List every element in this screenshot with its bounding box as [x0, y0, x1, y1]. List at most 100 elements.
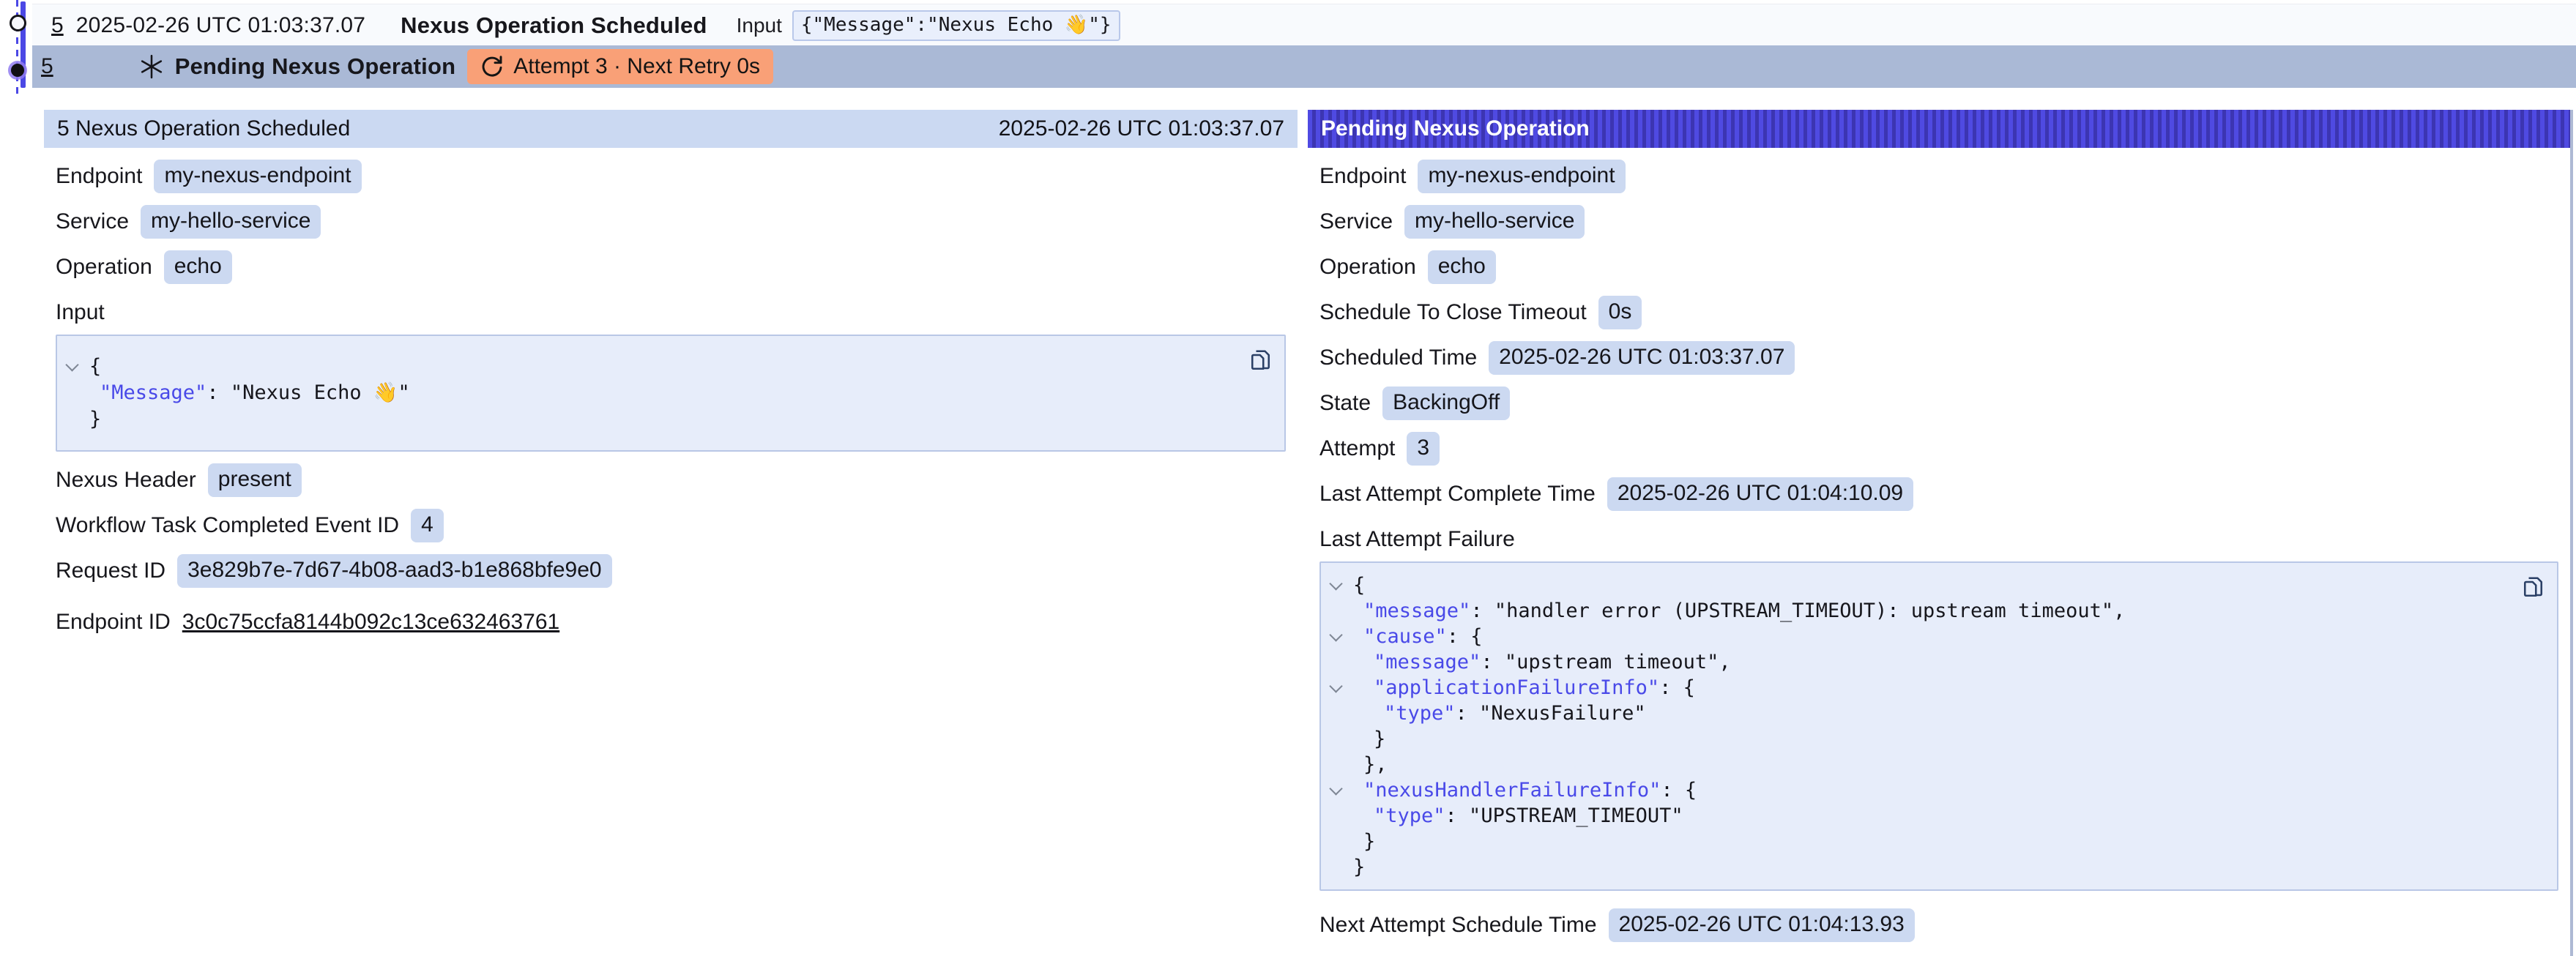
json-key: "applicationFailureInfo": [1374, 676, 1659, 699]
json-value: }: [1374, 728, 1385, 750]
input-json-viewer: {"Message": "Nexus Echo 👋"}: [56, 335, 1286, 452]
field-value: my-hello-service: [141, 205, 321, 239]
failure-json-viewer: {"message": "handler error (UPSTREAM_TIM…: [1319, 561, 2558, 891]
detail-field-state: StateBackingOff: [1319, 386, 2558, 420]
temporal-event-history-screen: 5 2025-02-26 UTC 01:03:37.07 Nexus Opera…: [0, 0, 2576, 956]
retry-attempt-badge: Attempt 3 · Next Retry 0s: [467, 49, 773, 84]
field-value: 2025-02-26 UTC 01:03:37.07: [1489, 341, 1795, 375]
field-label: Operation: [1319, 255, 1416, 280]
chevron-down-icon[interactable]: [65, 358, 78, 371]
json-key: "Message": [100, 381, 206, 404]
panel-pending-nexus-operation: Pending Nexus Operation Endpointmy-nexus…: [1308, 110, 2570, 956]
left-fields-bottom: Nexus Headerpresent Workflow Task Complet…: [56, 463, 1286, 639]
pending-panel-title: Pending Nexus Operation: [1321, 116, 1590, 141]
field-value: 0s: [1598, 296, 1642, 329]
vertical-scrollbar[interactable]: [2570, 110, 2573, 956]
json-line: {: [1321, 572, 2513, 598]
field-value: 2025-02-26 UTC 01:04:10.09: [1607, 477, 1913, 511]
field-label: Nexus Header: [56, 468, 196, 493]
chevron-down-icon[interactable]: [1329, 679, 1342, 692]
json-value: : "handler error (UPSTREAM_TIMEOUT): ups…: [1470, 600, 2125, 622]
json-line: "applicationFailureInfo": {: [1321, 675, 2513, 701]
json-key: "message": [1374, 651, 1481, 673]
field-label: Service: [1319, 209, 1393, 234]
field-label: Endpoint: [56, 164, 142, 189]
event-title: Pending Nexus Operation: [175, 53, 456, 80]
detail-field-operation: Operationecho: [56, 250, 1286, 284]
event-id-link[interactable]: 5: [41, 54, 53, 79]
json-key: "nexusHandlerFailureInfo": [1363, 779, 1661, 802]
json-value: : "upstream timeout",: [1481, 651, 1730, 673]
json-key: "cause": [1363, 625, 1447, 648]
field-value: my-nexus-endpoint: [154, 160, 361, 193]
json-line: {: [57, 354, 1240, 380]
field-value: my-hello-service: [1404, 205, 1585, 239]
detail-field-scheduled-time: Scheduled Time 2025-02-26 UTC 01:03:37.07: [1319, 341, 2558, 375]
field-value: 3: [1407, 432, 1440, 466]
json-line: },: [1321, 752, 2513, 777]
pending-asterisk-icon: [138, 53, 165, 80]
field-label: Request ID: [56, 559, 165, 583]
json-value: : {: [1659, 676, 1695, 699]
json-line: }: [57, 406, 1240, 433]
chevron-down-icon[interactable]: [1329, 577, 1342, 590]
field-value: 3e829b7e-7d67-4b08-aad3-b1e868bfe9e0: [177, 554, 612, 588]
chevron-down-icon[interactable]: [1329, 782, 1342, 795]
field-label: State: [1319, 391, 1371, 416]
event-marker-filled-circle-icon[interactable]: [11, 64, 24, 77]
event-row-nexus-operation-scheduled[interactable]: 5 2025-02-26 UTC 01:03:37.07 Nexus Opera…: [32, 4, 2576, 46]
json-line: "Message": "Nexus Echo 👋": [57, 380, 1240, 406]
event-row-pending-nexus-operation[interactable]: 5 Pending Nexus Operation Attempt 3 · Ne…: [32, 45, 2576, 88]
right-fields-top: Endpointmy-nexus-endpoint Service my-hello…: [1319, 160, 2558, 511]
retry-badge-text: Attempt 3 · Next Retry 0s: [513, 54, 760, 79]
detail-field-service: Servicemy-hello-service: [56, 205, 1286, 239]
json-value: }: [1353, 856, 1365, 878]
detail-field-request-id: Request ID 3e829b7e-7d67-4b08-aad3-b1e868…: [56, 554, 1286, 588]
json-line: "message": "handler error (UPSTREAM_TIME…: [1321, 598, 2513, 624]
json-value: : "NexusFailure": [1456, 702, 1646, 725]
detail-field-last-attempt-complete-time: Last Attempt Complete Time 2025-02-26 UTC…: [1319, 477, 2558, 511]
event-id-link[interactable]: 5: [51, 13, 64, 38]
event-title: Nexus Operation Scheduled: [401, 12, 707, 39]
json-line: "nexusHandlerFailureInfo": {: [1321, 777, 2513, 803]
detail-field-endpoint: Endpointmy-nexus-endpoint: [1319, 160, 2558, 193]
json-line: }: [1321, 829, 2513, 854]
field-label: Workflow Task Completed Event ID: [56, 513, 399, 538]
field-value[interactable]: 3c0c75ccfa8144b092c13ce632463761: [182, 610, 559, 635]
left-fields-top: Endpoint my-nexus-endpoint Servicemy-hello…: [56, 160, 1286, 284]
field-label: Attempt: [1319, 436, 1395, 461]
field-label: Operation: [56, 255, 152, 280]
copy-icon[interactable]: [1246, 346, 1273, 373]
field-label: Next Attempt Schedule Time: [1319, 913, 1597, 938]
json-value: }: [89, 408, 101, 430]
detail-field-operation: Operationecho: [1319, 250, 2558, 284]
detail-field-workflow-task-completed-event-id: Workflow Task Completed Event ID 4: [56, 509, 1286, 542]
event-marker-open-circle-icon[interactable]: [10, 15, 26, 31]
field-value: 2025-02-26 UTC 01:04:13.93: [1609, 908, 1915, 942]
json-value: : {: [1661, 779, 1697, 802]
json-value: {: [1353, 574, 1365, 597]
event-time: 2025-02-26 UTC 01:03:37.07: [76, 13, 365, 38]
field-label: Last Attempt Complete Time: [1319, 482, 1596, 507]
detail-field-service: Service my-hello-service: [1319, 205, 2558, 239]
event-input-preview-chip[interactable]: {"Message":"Nexus Echo 👋"}: [792, 10, 1120, 41]
json-line: "type": "NexusFailure": [1321, 701, 2513, 726]
pending-panel-header: Pending Nexus Operation: [1308, 110, 2570, 148]
detail-field-nexus-header: Nexus Headerpresent: [56, 463, 1286, 497]
panel-nexus-operation-scheduled: 5 Nexus Operation Scheduled 2025-02-26 U…: [44, 110, 1298, 956]
json-line: "type": "UPSTREAM_TIMEOUT": [1321, 803, 2513, 829]
json-value: }: [1363, 830, 1375, 853]
json-value: : {: [1447, 625, 1483, 648]
json-line: "message": "upstream timeout",: [1321, 649, 2513, 675]
field-label: Schedule To Close Timeout: [1319, 300, 1587, 325]
field-label: Scheduled Time: [1319, 346, 1477, 370]
detail-field-endpoint-id: Endpoint ID3c0c75ccfa8144b092c13ce632463…: [56, 605, 1286, 639]
field-value: 4: [411, 509, 444, 542]
field-label: Endpoint: [1319, 164, 1406, 189]
json-value: {: [89, 355, 101, 378]
chevron-down-icon[interactable]: [1329, 628, 1342, 641]
failure-section-label: Last Attempt Failure: [1319, 527, 2558, 552]
detail-field-endpoint: Endpoint my-nexus-endpoint: [56, 160, 1286, 193]
json-value: : "Nexus Echo 👋": [206, 381, 409, 404]
copy-icon[interactable]: [2519, 573, 2545, 600]
